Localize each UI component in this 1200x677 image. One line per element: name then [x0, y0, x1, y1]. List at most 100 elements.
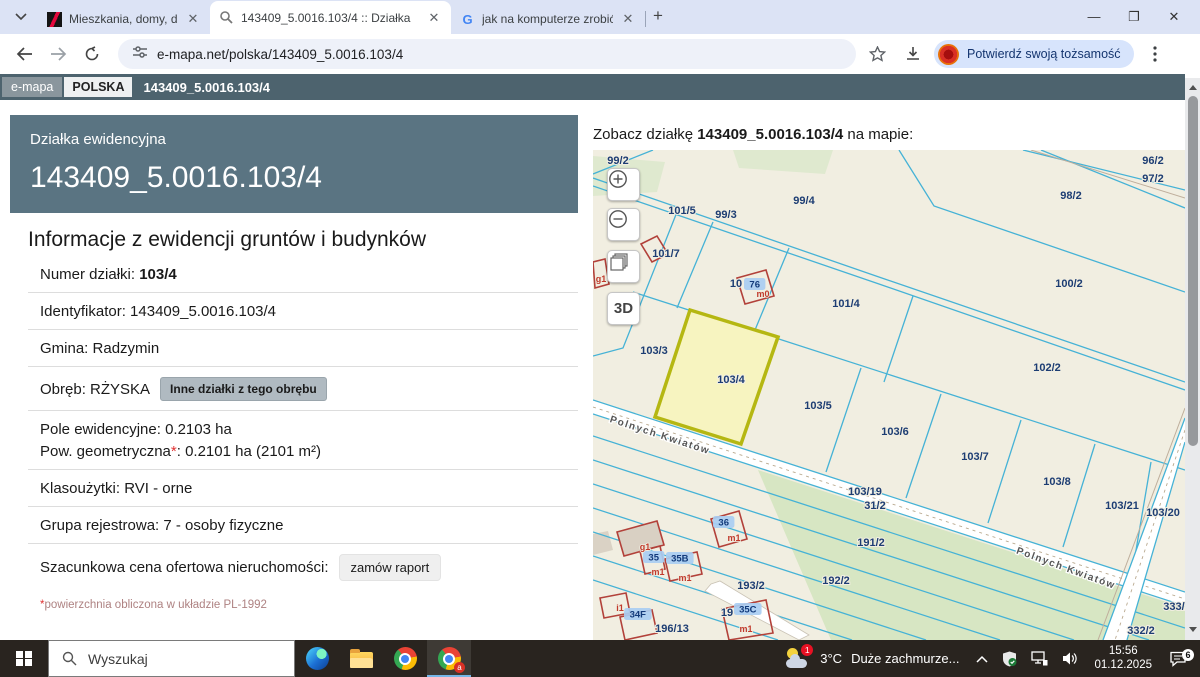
parcel-label: 103/3 — [640, 345, 668, 357]
section-title: Informacje z ewidencji gruntów i budynkó… — [28, 228, 578, 252]
parcel-label: 19 — [721, 607, 733, 619]
search-placeholder: Wyszukaj — [88, 651, 148, 667]
tab-google[interactable]: G jak na komputerze zrobić zrzut ✕ — [451, 4, 645, 34]
zoom-in-button[interactable] — [607, 168, 640, 201]
scroll-down-arrow-icon[interactable] — [1185, 622, 1200, 636]
parcel-label: 102/2 — [1033, 362, 1061, 374]
scroll-up-arrow-icon[interactable] — [1185, 80, 1200, 94]
emapa-sitebar: e-mapa POLSKA 143409_5.0016.103/4 — [0, 74, 1185, 100]
browser-toolbar: e-mapa.net/polska/143409_5.0016.103/4 Po… — [0, 34, 1200, 74]
tab-close-icon[interactable]: ✕ — [185, 11, 201, 27]
volume-icon[interactable] — [1055, 640, 1085, 677]
sitebar-parcel-id: 143409_5.0016.103/4 — [143, 80, 270, 95]
order-report-button[interactable]: zamów raport — [339, 554, 442, 581]
weather-description: Duże zachmurze... — [851, 651, 959, 666]
row-gmina: Gmina: Radzymin — [28, 330, 578, 367]
row-area: Pole ewidencyjne: 0.2103 ha Pow. geometr… — [28, 411, 578, 470]
parcel-label: 103/19 — [848, 486, 882, 498]
parcel-label: 103/7 — [961, 451, 989, 463]
parcel-number-value: 103/4 — [139, 266, 177, 283]
file-explorer-icon — [350, 652, 373, 668]
parcel-label: 99/3 — [715, 209, 736, 221]
tab-close-icon[interactable]: ✕ — [620, 11, 636, 27]
identity-confirm-button[interactable]: Potwierdź swoją tożsamość — [934, 40, 1134, 68]
zoom-out-button[interactable] — [607, 208, 640, 241]
parcel-label: 98/2 — [1060, 190, 1081, 202]
tab-close-icon[interactable]: ✕ — [426, 10, 442, 26]
taskbar-search-input[interactable]: Wyszukaj — [48, 640, 295, 677]
parcel-label: 100/2 — [1055, 278, 1083, 290]
profile-avatar — [938, 44, 959, 65]
otodom-favicon-icon — [47, 12, 62, 27]
desktop-screen: Mieszkania, domy, działki, lokal ✕ 14340… — [0, 0, 1200, 677]
parcel-id-title: 143409_5.0016.103/4 — [30, 161, 558, 195]
parcel-header-card: Działka ewidencyjna 143409_5.0016.103/4 — [10, 115, 578, 213]
address-bar[interactable]: e-mapa.net/polska/143409_5.0016.103/4 — [118, 39, 856, 69]
reload-button[interactable] — [78, 40, 106, 68]
row-register-group: Grupa rejestrowa: 7 - osoby fizyczne — [28, 507, 578, 544]
map-3d-button[interactable]: 3D — [607, 292, 640, 325]
taskbar-chrome-active-button[interactable]: a — [427, 640, 471, 677]
new-tab-button[interactable]: + — [653, 6, 663, 26]
area-line1: Pole ewidencyjne: 0.2103 ha — [40, 421, 578, 438]
parcel-label: 99/2 — [607, 155, 628, 167]
parcel-label: 101/7 — [652, 248, 680, 260]
taskbar-weather-widget[interactable]: 1 3°C Duże zachmurze... — [774, 647, 969, 671]
row-identifier: Identyfikator: 143409_5.0016.103/4 — [28, 293, 578, 330]
security-shield-icon[interactable] — [995, 640, 1024, 677]
address-badge-label: 35 — [648, 553, 659, 564]
parcel-label: 191/2 — [857, 537, 885, 549]
chrome-icon — [394, 647, 417, 670]
forward-button[interactable] — [44, 40, 72, 68]
parcel-label: 192/2 — [822, 575, 850, 587]
other-parcels-button[interactable]: Inne działki z tego obrębu — [160, 377, 327, 401]
cadastral-map[interactable]: 99/296/297/2101/599/399/498/2101/710100/… — [593, 150, 1185, 640]
row-text: Grupa rejestrowa: 7 - osoby fizyczne — [40, 517, 283, 534]
taskbar-explorer-button[interactable] — [339, 640, 383, 677]
clock-date: 01.12.2025 — [1094, 659, 1152, 673]
magnifier-favicon-icon — [219, 10, 234, 25]
restore-button[interactable]: ❐ — [1114, 9, 1154, 25]
emapa-brand-button[interactable]: e-mapa — [2, 77, 62, 97]
chrome-profile-badge: a — [454, 662, 465, 673]
back-button[interactable] — [10, 40, 38, 68]
browser-menu-icon[interactable] — [1140, 40, 1170, 68]
notification-center-button[interactable]: 6 — [1161, 651, 1200, 667]
tab-otodom[interactable]: Mieszkania, domy, działki, lokal ✕ — [38, 4, 210, 34]
start-button[interactable] — [0, 640, 48, 677]
site-info-icon[interactable] — [132, 45, 148, 64]
parcel-label: 333/2 — [1163, 601, 1185, 613]
url-text[interactable]: e-mapa.net/polska/143409_5.0016.103/4 — [157, 47, 403, 62]
taskbar-edge-button[interactable] — [295, 640, 339, 677]
taskbar-clock[interactable]: 15:56 01.12.2025 — [1085, 645, 1161, 672]
clock-time: 15:56 — [1094, 645, 1152, 659]
row-text: Klasoużytki: RVI - orne — [40, 480, 192, 497]
tab-title: jak na komputerze zrobić zrzut — [482, 12, 613, 26]
scrollbar-thumb[interactable] — [1188, 96, 1198, 446]
bookmark-star-icon[interactable] — [862, 40, 892, 68]
network-icon[interactable] — [1024, 640, 1055, 677]
tray-chevron-icon[interactable] — [969, 640, 995, 677]
parcel-label: 103/6 — [881, 426, 909, 438]
taskbar-chrome-button[interactable] — [383, 640, 427, 677]
page-scrollbar[interactable] — [1185, 78, 1200, 640]
tab-emapa-active[interactable]: 143409_5.0016.103/4 :: Działka ✕ — [210, 1, 451, 34]
parcel-label: 96/2 — [1142, 155, 1163, 167]
row-text: Identyfikator: 143409_5.0016.103/4 — [40, 303, 276, 320]
parcel-label: 103/4 — [717, 374, 745, 386]
building-label: i1 — [616, 603, 624, 613]
close-button[interactable]: ✕ — [1154, 9, 1194, 25]
minimize-button[interactable]: — — [1074, 9, 1114, 24]
tab-search-button[interactable] — [8, 6, 34, 28]
edge-icon — [306, 647, 329, 670]
layers-button[interactable] — [607, 250, 640, 283]
weather-icon: 1 — [784, 647, 811, 671]
region-button[interactable]: POLSKA — [64, 77, 132, 97]
window-controls: — ❐ ✕ — [1074, 0, 1194, 33]
map-canvas[interactable]: 99/296/297/2101/599/399/498/2101/710100/… — [593, 150, 1185, 640]
address-badge-label: 36 — [718, 518, 729, 529]
parcel-label: 196/13 — [655, 623, 689, 635]
map-heading: Zobacz działkę 143409_5.0016.103/4 na ma… — [593, 126, 1185, 143]
parcel-label: 101/5 — [668, 205, 696, 217]
downloads-icon[interactable] — [898, 40, 928, 68]
